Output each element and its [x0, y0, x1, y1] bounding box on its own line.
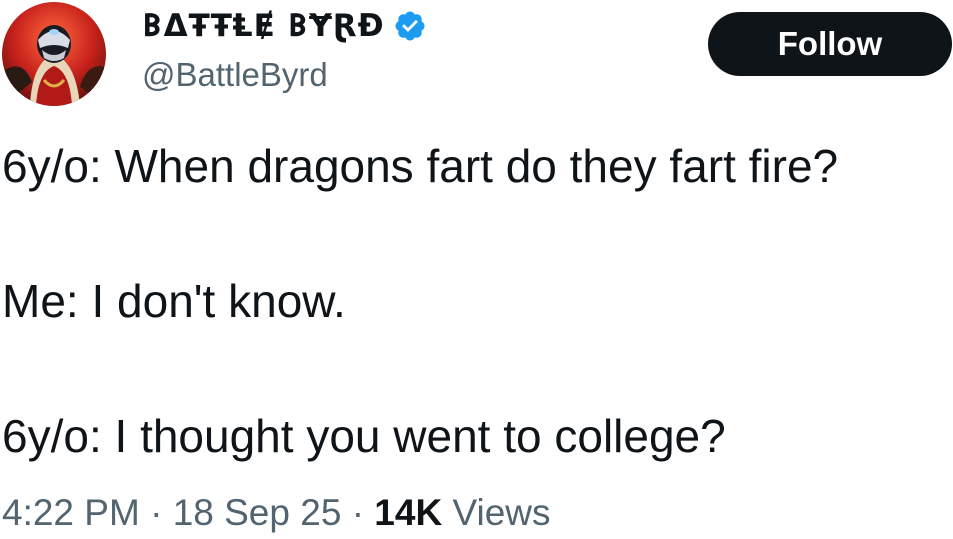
tweet-text-line-2: Me: I don't know.: [2, 275, 346, 327]
tweet-time[interactable]: 4:22 PM: [2, 492, 140, 533]
author-display-name[interactable]: 𐌁ΔŦŦⱠɆ 𐌁ɎⱤĐ: [142, 8, 385, 44]
tweet-text-line-1: 6y/o: When dragons fart do they fart fir…: [2, 140, 839, 192]
masked-figure-avatar-icon: [2, 2, 106, 106]
tweet-meta: 4:22 PM · 18 Sep 25 · 14K Views: [2, 490, 551, 536]
meta-separator: ·: [150, 492, 163, 533]
views-count[interactable]: 14K: [374, 492, 442, 533]
tweet-date[interactable]: 18 Sep 25: [173, 492, 342, 533]
author-name-row: 𐌁ΔŦŦⱠɆ 𐌁ɎⱤĐ: [142, 4, 427, 48]
views-label: Views: [452, 492, 551, 533]
author-handle[interactable]: @BattleByrd: [142, 56, 328, 94]
meta-separator: ·: [351, 492, 365, 533]
avatar[interactable]: [2, 2, 106, 106]
tweet-text-line-3: 6y/o: I thought you went to college?: [2, 410, 726, 462]
follow-button[interactable]: Follow: [708, 12, 952, 76]
verified-badge-icon: [395, 11, 425, 41]
